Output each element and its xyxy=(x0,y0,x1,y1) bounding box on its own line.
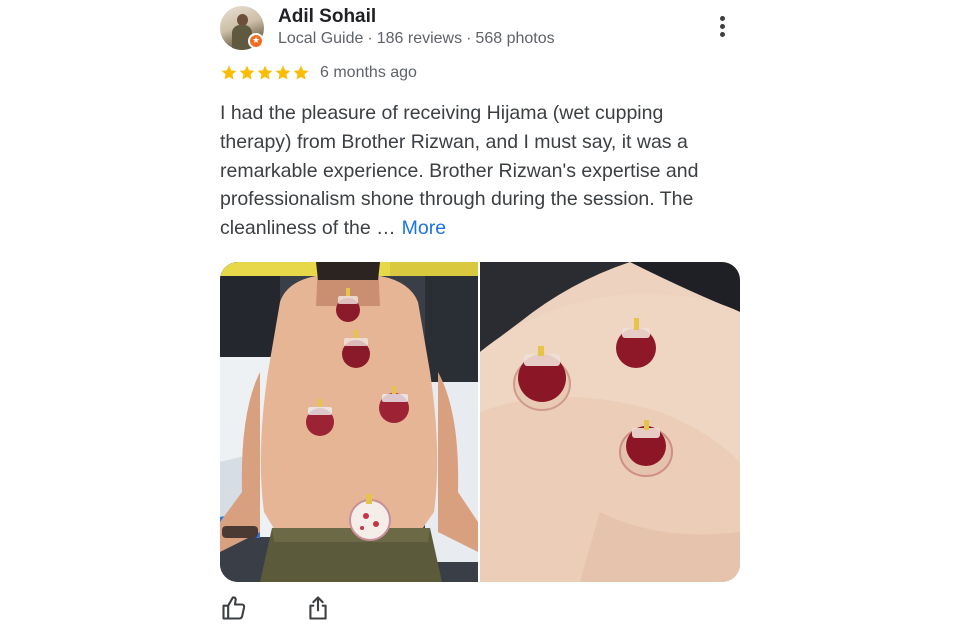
review-header: ★ Adil Sohail Local Guide · 186 reviews · 56… xyxy=(220,6,740,56)
author-meta: Local Guide · 186 reviews · 568 photos xyxy=(278,30,555,48)
star-icon xyxy=(220,64,238,82)
star-icon xyxy=(274,64,292,82)
review-photos xyxy=(220,262,740,582)
review-photo-2[interactable] xyxy=(480,262,740,582)
share-icon[interactable] xyxy=(304,594,332,622)
review-text-content: I had the pleasure of receiving Hijama (… xyxy=(220,102,699,240)
local-guide-star-icon: ★ xyxy=(248,33,264,49)
star-rating xyxy=(220,64,310,82)
more-link[interactable]: More xyxy=(402,217,446,239)
star-icon xyxy=(292,64,310,82)
rating-row: 6 months ago xyxy=(220,62,417,84)
review-time: 6 months ago xyxy=(320,64,417,81)
review-card: ★ Adil Sohail Local Guide · 186 reviews · 56… xyxy=(220,6,740,582)
thumbs-up-icon[interactable] xyxy=(220,594,248,622)
photos-count: 568 photos xyxy=(475,30,555,47)
review-text: I had the pleasure of receiving Hijama (… xyxy=(220,99,740,243)
meta-separator: · xyxy=(367,30,373,47)
meta-separator: · xyxy=(466,30,472,47)
photo-2-image xyxy=(480,262,740,582)
photo-1-image xyxy=(220,262,478,582)
review-photo-1[interactable] xyxy=(220,262,478,582)
more-vert-icon[interactable] xyxy=(716,16,728,40)
star-icon xyxy=(256,64,274,82)
author-level: Local Guide xyxy=(278,30,364,47)
reviews-count: 186 reviews xyxy=(376,30,463,47)
star-icon xyxy=(238,64,256,82)
author-name[interactable]: Adil Sohail xyxy=(278,6,376,28)
